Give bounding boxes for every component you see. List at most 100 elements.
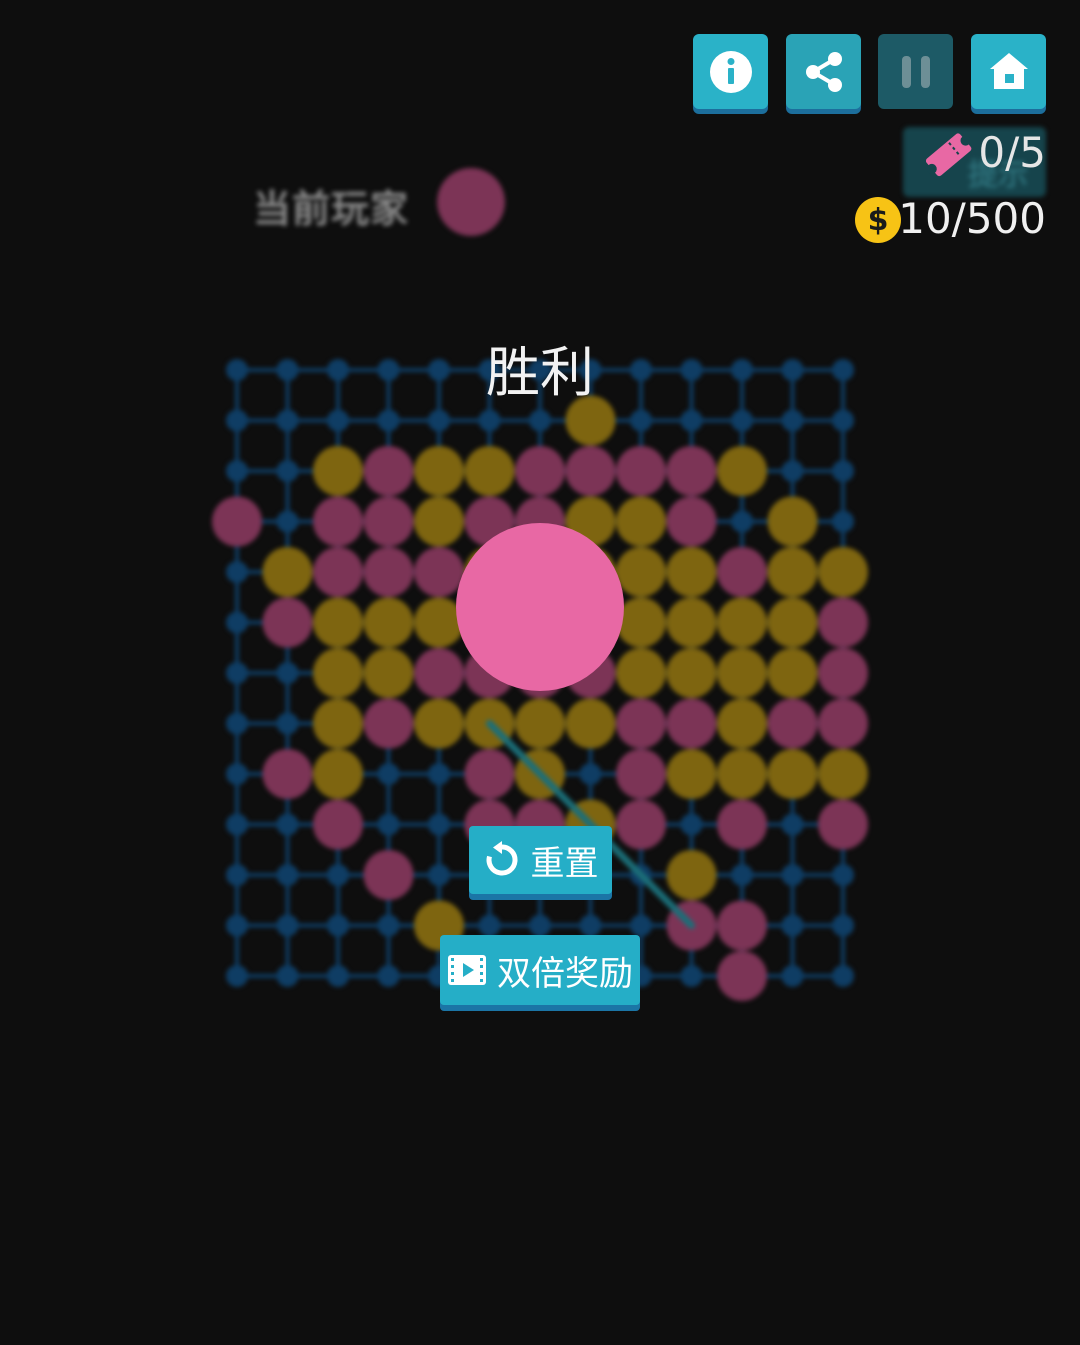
pink-piece [818,648,868,698]
grid-node [276,712,299,735]
grid-node [731,510,753,533]
gold-piece [515,698,565,749]
home-button[interactable] [971,34,1046,109]
grid-node [327,409,349,432]
gold-piece [565,698,616,749]
video-icon [448,955,486,985]
pink-piece [515,446,565,496]
pink-piece [666,496,717,547]
grid-node [630,914,652,937]
gold-piece [616,648,666,698]
gold-piece [666,850,717,900]
grid-node [276,510,299,533]
gold-piece [767,597,818,648]
gold-piece [666,597,717,648]
gold-piece [717,749,767,799]
pause-button[interactable] [878,34,953,109]
grid-node [680,359,703,381]
grid-node [529,914,551,937]
grid-node [630,409,652,432]
grid-node [832,965,854,987]
info-icon [709,50,752,93]
grid-node [579,914,602,937]
gold-piece [767,496,818,547]
grid-node [226,611,248,634]
grid-node [327,864,349,886]
pink-piece [363,698,414,749]
grid-node [226,763,248,785]
grid-node [276,460,299,482]
grid-node [428,409,450,432]
gold-piece [414,446,464,496]
grid-node [781,460,804,482]
grid-node [226,561,248,583]
grid-node [226,409,248,432]
grid-node [377,813,400,836]
grid-node [832,510,854,533]
gold-piece [666,749,717,799]
grid-node [832,914,854,937]
pink-piece [818,597,868,648]
reset-button[interactable]: 重置 [469,826,612,894]
gold-piece [818,547,868,597]
gold-piece [262,547,313,597]
winner-piece [456,523,624,691]
info-button[interactable] [693,34,768,109]
pink-piece [767,698,818,749]
pink-piece [616,446,666,496]
pink-piece [717,799,767,850]
gold-piece [464,446,515,496]
grid-node [428,763,450,785]
grid-node [377,914,400,937]
grid-node [377,965,400,987]
gold-piece [666,547,717,597]
pink-piece [818,698,868,749]
grid-node [276,409,299,432]
pink-piece [262,749,313,799]
grid-node [680,813,703,836]
gold-piece [313,597,363,648]
gold-piece [616,496,666,547]
ticket-counter: 0/5 [978,128,1046,177]
result-title: 胜利 [486,341,594,404]
grid-node [276,662,299,684]
pink-piece [717,547,767,597]
pink-piece [616,749,666,799]
grid-node [327,914,349,937]
grid-node [781,965,804,987]
gold-piece [717,698,767,749]
pink-piece [616,698,666,749]
grid-node [377,409,400,432]
double-reward-label: 双倍奖励 [497,953,633,994]
grid-node [276,813,299,836]
grid-node [226,813,248,836]
pink-piece [212,496,262,547]
gold-piece [313,749,363,799]
gold-piece [767,547,818,597]
coin-counter: 10/500 [898,194,1046,243]
grid-node [226,460,248,482]
pink-piece [464,749,515,799]
grid-node [478,914,501,937]
grid-node [276,914,299,937]
grid-node [832,460,854,482]
grid-node [276,864,299,886]
gold-piece [666,648,717,698]
gold-piece [313,698,363,749]
share-button[interactable] [786,34,861,109]
pink-piece [363,547,414,597]
gold-piece [414,698,464,749]
gold-piece [717,597,767,648]
grid-node [781,359,804,381]
grid-node [428,864,450,886]
pink-piece [363,850,414,900]
double-reward-button[interactable]: 双倍奖励 [440,935,640,1005]
pink-piece [414,547,464,597]
grid-node [731,359,753,381]
pink-piece [414,648,464,698]
share-icon [805,51,842,92]
pause-icon [901,55,930,88]
grid-node [377,359,400,381]
gold-piece [414,496,464,547]
pink-piece [262,597,313,648]
